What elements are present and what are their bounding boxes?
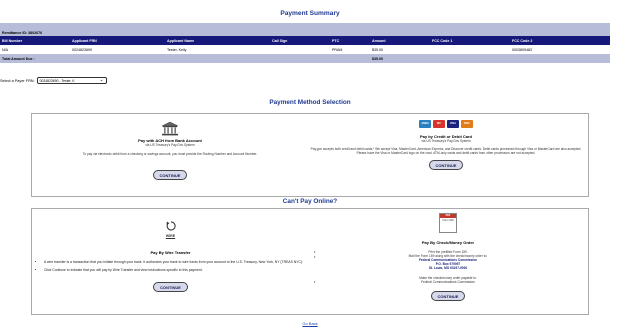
- remittance-id: Remittance ID: 3802676: [0, 23, 610, 36]
- wire-icon: [164, 221, 178, 235]
- cant-pay-title: Can't Pay Online?: [282, 198, 338, 205]
- amex-icon: AMEX: [419, 120, 432, 128]
- check-address-3: St. Louis, MO 63197-9000: [428, 266, 468, 270]
- cell-applicant-name: Tester, Kelly: [165, 45, 270, 54]
- wire-title: Pay By Wire Transfer: [150, 250, 191, 255]
- card-description: Pay.gov accepts both credit and debit ca…: [310, 147, 582, 156]
- total-label: Total Amount Due :: [0, 54, 370, 63]
- check-option: PDF Form 159 Pay By Check/Money Order Pr…: [314, 213, 582, 301]
- ach-subtitle: via US Treasury's Pay.Gov System: [145, 143, 195, 147]
- cell-call-sign: [270, 45, 330, 54]
- check-title: Pay By Check/Money Order: [421, 240, 475, 245]
- wire-continue-button[interactable]: CONTINUE: [153, 282, 188, 292]
- visa-icon: VISA: [446, 120, 459, 128]
- card-option: AMEX MC VISA DISC Pay by Credit or Debit…: [310, 120, 582, 171]
- payer-frn-value: 0024823690 - Tester, K: [39, 78, 75, 83]
- cell-fcc-code-1: [430, 45, 510, 54]
- wire-bullets: A wire transfer is a transaction that yo…: [38, 260, 303, 272]
- col-amount: Amount: [370, 36, 430, 45]
- payment-method-title: Payment Method Selection: [269, 99, 351, 106]
- payer-frn-row: Select a Payer FRN: 0024823690 - Tester,…: [0, 77, 107, 84]
- cell-bill-number: N/A: [0, 45, 70, 54]
- list-item: A wire transfer is a transaction that yo…: [44, 260, 303, 264]
- form-159-icon-label: Form 159: [442, 218, 454, 222]
- total-value: $35.00: [370, 54, 610, 63]
- ach-continue-button[interactable]: CONTINUE: [152, 170, 188, 180]
- wire-icon-label: WIRE: [165, 234, 176, 238]
- ach-description: To pay via electronic debit from a check…: [82, 152, 258, 156]
- cell-ptc: PRAM: [330, 45, 370, 54]
- cell-amount: $35.00: [370, 45, 430, 54]
- col-ptc: PTC: [330, 36, 370, 45]
- chevron-down-icon: ⌄: [99, 77, 104, 83]
- payer-frn-select[interactable]: 0024823690 - Tester, K ⌄: [36, 77, 107, 84]
- cell-fcc-code-2: 0003809483: [510, 45, 610, 54]
- go-back-link[interactable]: Go Back: [0, 321, 620, 326]
- check-line-4: Federal Communications Commission: [421, 280, 475, 284]
- card-subtitle: via US Treasury's Pay.Gov System: [421, 139, 471, 143]
- list-item: Click Continue to indicate that you will…: [44, 268, 303, 272]
- remittance-table: Remittance ID: 3802676 Bill Number Appli…: [0, 23, 610, 63]
- divider-bullet: •: [314, 279, 316, 284]
- divider-bullets: • •: [314, 249, 316, 259]
- payer-frn-label: Select a Payer FRN:: [0, 78, 35, 83]
- card-continue-button[interactable]: CONTINUE: [428, 160, 464, 171]
- bank-icon: [161, 121, 179, 136]
- card-logos: AMEX MC VISA DISC: [310, 120, 582, 128]
- table-row: N/A 0024823690 Tester, Kelly PRAM $35.00…: [0, 45, 610, 54]
- ach-option: Pay with ACH from Bank Account via US Tr…: [40, 121, 300, 180]
- offline-payment-panel: WIRE Pay By Wire Transfer A wire transfe…: [31, 208, 589, 315]
- col-call-sign: Call Sign: [270, 36, 330, 45]
- col-fcc-code-1: FCC Code 1: [430, 36, 510, 45]
- payment-method-panel: Pay with ACH from Bank Account via US Tr…: [31, 113, 589, 197]
- form-159-icon: PDF Form 159: [439, 213, 457, 233]
- col-applicant-name: Applicant Name: [165, 36, 270, 45]
- col-bill-number: Bill Number: [0, 36, 70, 45]
- check-continue-button[interactable]: CONTINUE: [430, 291, 466, 301]
- page-title: Payment Summary: [280, 10, 340, 17]
- col-applicant-frn: Applicant FRN: [70, 36, 165, 45]
- col-fcc-code-2: FCC Code 2: [510, 36, 610, 45]
- mastercard-icon: MC: [433, 120, 446, 128]
- total-row: Total Amount Due : $35.00: [0, 54, 610, 63]
- wire-option: WIRE Pay By Wire Transfer A wire transfe…: [38, 221, 303, 292]
- discover-icon: DISC: [460, 120, 473, 128]
- cell-applicant-frn: 0024823690: [70, 45, 165, 54]
